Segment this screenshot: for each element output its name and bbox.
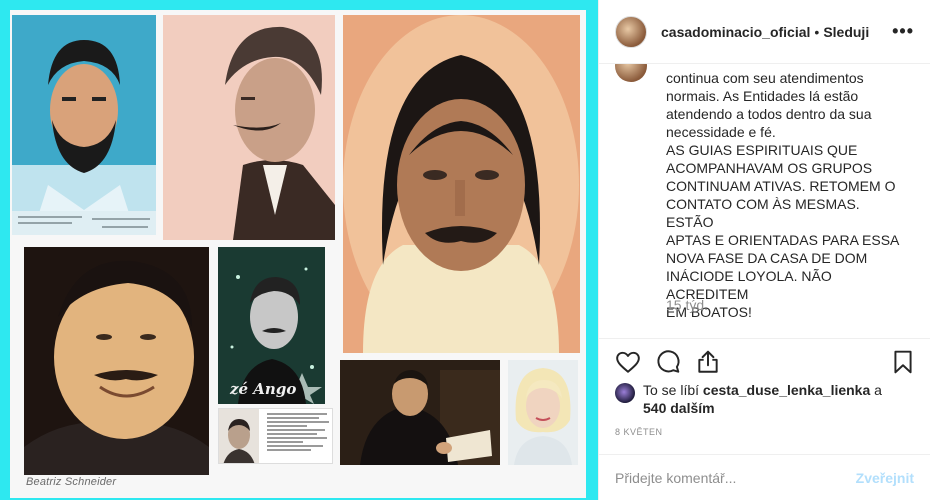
more-options-icon[interactable]: ••• xyxy=(892,21,914,42)
separator-dot: • xyxy=(814,23,820,40)
comment-icon[interactable] xyxy=(655,349,681,375)
post-comment-button[interactable]: Zveřejnit xyxy=(856,470,914,486)
image-caption: zé Ango xyxy=(230,380,297,398)
image-credit: Beatriz Schneider xyxy=(26,476,117,488)
post-header: casadominacio_oficial • Sleduji ••• xyxy=(599,0,930,64)
action-bar xyxy=(599,338,930,382)
caption-timestamp: 15 týd. xyxy=(666,297,709,313)
likes-prefix: To se líbí xyxy=(643,382,700,398)
caption-text: continua com seu atendimentos normais. A… xyxy=(666,70,900,320)
likes-connector: a xyxy=(874,382,882,398)
portrait-mustached-man-sepia xyxy=(163,15,335,240)
comment-composer: Zveřejnit xyxy=(599,454,930,500)
heart-icon[interactable] xyxy=(615,349,641,375)
username-link[interactable]: casadominacio_oficial xyxy=(661,24,810,40)
liker-username-link[interactable]: cesta_duse_lenka_lienka xyxy=(703,382,870,398)
post-image[interactable]: zé Ango Beatriz Schneider xyxy=(0,0,598,500)
comment-avatar[interactable] xyxy=(615,64,647,82)
post-sidebar: casadominacio_oficial • Sleduji ••• cont… xyxy=(598,0,930,500)
portrait-ze-ango: zé Ango xyxy=(218,247,325,404)
collage-sheet: zé Ango Beatriz Schneider xyxy=(10,10,586,498)
portrait-bearded-man xyxy=(12,15,156,235)
portrait-blonde-woman xyxy=(508,360,578,465)
post-date: 8 KVĚTEN xyxy=(615,427,663,437)
liker-avatar[interactable] xyxy=(615,383,635,403)
portrait-smiling-man xyxy=(24,247,209,475)
avatar[interactable] xyxy=(615,15,647,48)
likes-count-link[interactable]: 540 dalším xyxy=(643,400,715,416)
portrait-id-card xyxy=(218,408,333,464)
portrait-reading-priest xyxy=(340,360,500,465)
portrait-long-haired-man xyxy=(343,15,580,353)
bookmark-icon[interactable] xyxy=(890,349,916,375)
share-icon[interactable] xyxy=(695,349,721,375)
comment-input[interactable] xyxy=(615,469,856,486)
id-card-text xyxy=(267,413,332,453)
following-button[interactable]: Sleduji xyxy=(823,24,869,40)
likes-text: To se líbí cesta_duse_lenka_lienka a 540… xyxy=(643,381,903,417)
comments-area[interactable]: continua com seu atendimentos normais. A… xyxy=(599,64,930,338)
